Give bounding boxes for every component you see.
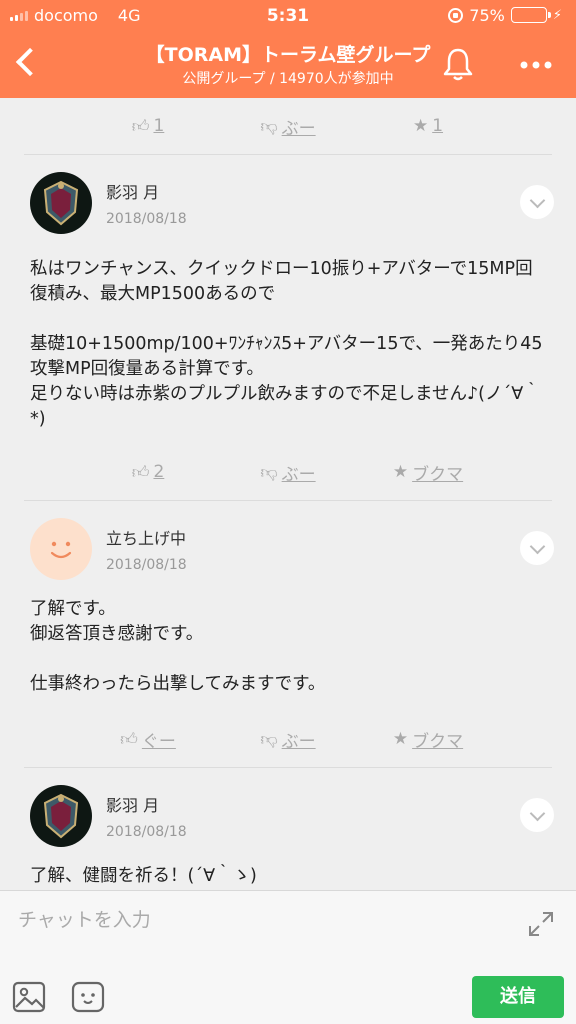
sticker-icon[interactable] (70, 979, 106, 1015)
post-body: 了解です。 御返答頂き感謝です。 仕事終わったら出撃してみますです。 (30, 599, 326, 694)
post: 影羽 月 2018/08/18 了解、健闘を祈る！(´∀｀ゝ) (0, 768, 576, 889)
avatar[interactable] (30, 785, 92, 847)
bookmark-button[interactable]: ★ ブクマ (358, 727, 498, 752)
like-button[interactable]: 👍︎ ぐー (78, 727, 218, 752)
chevron-down-icon[interactable] (520, 798, 554, 832)
thumbs-down-icon: 👎︎ (260, 462, 278, 483)
thumbs-up-icon: 👍︎ (120, 729, 138, 750)
bell-icon[interactable] (438, 44, 478, 84)
chat-input[interactable] (18, 905, 498, 935)
image-icon[interactable] (12, 979, 48, 1015)
like-button[interactable]: 👍︎ 1 (78, 116, 218, 137)
thumbs-down-icon: 👎︎ (260, 116, 278, 137)
bookmark-button[interactable]: ★ ブクマ (358, 460, 498, 485)
author-name[interactable]: 影羽 月 (106, 179, 187, 203)
reaction-bar: 👍︎ 2 👎︎ ぶー ★ ブクマ (0, 444, 576, 500)
rotation-lock-icon (448, 7, 464, 23)
post-date: 2018/08/18 (106, 211, 187, 227)
chevron-down-icon[interactable] (520, 531, 554, 565)
post-date: 2018/08/18 (106, 824, 187, 840)
avatar[interactable] (30, 518, 92, 580)
star-icon: ★ (392, 462, 409, 482)
app-header: docomo 4G 5:31 75% ⚡ 【TORAM】トーラム壁グループ 公開… (0, 0, 576, 98)
post-body: 私はワンチャンス、クイックドロー10振り+アバターで15MP回復積み、最大MP1… (30, 259, 543, 429)
author-name[interactable]: 影羽 月 (106, 792, 187, 816)
post: 影羽 月 2018/08/18 私はワンチャンス、クイックドロー10振り+アバタ… (0, 155, 576, 432)
boo-button[interactable]: 👎︎ ぶー (218, 727, 358, 752)
thread[interactable]: 👍︎ 1 👎︎ ぶー ★ 1 影羽 月 2018/08/18 私はワンチャンス、クイッ… (0, 98, 576, 890)
author-name[interactable]: 立ち上げ中 (106, 525, 187, 549)
expand-icon[interactable] (526, 909, 556, 939)
nav-bar: 【TORAM】トーラム壁グループ 公開グループ / 14970人が参加中 (0, 30, 576, 98)
clock: 5:31 (266, 6, 310, 26)
avatar[interactable] (30, 172, 92, 234)
thumbs-up-icon: 👍︎ (131, 462, 150, 483)
like-button[interactable]: 👍︎ 2 (78, 462, 218, 483)
boo-button[interactable]: 👎︎ ぶー (218, 460, 358, 485)
send-button[interactable]: 送信 (472, 976, 564, 1018)
group-subtitle: 公開グループ / 14970人が参加中 (182, 71, 394, 87)
more-menu-icon[interactable] (514, 50, 558, 80)
post-body: 了解、健闘を祈る！(´∀｀ゝ) (30, 866, 257, 886)
chevron-down-icon[interactable] (520, 185, 554, 219)
post-date: 2018/08/18 (106, 557, 187, 573)
status-bar: docomo 4G 5:31 75% ⚡ (0, 0, 576, 30)
bookmark-button[interactable]: ★ 1 (358, 116, 498, 136)
star-icon: ★ (392, 729, 409, 749)
reaction-bar: 👍︎ 1 👎︎ ぶー ★ 1 (0, 98, 576, 154)
reaction-bar: 👍︎ ぐー 👎︎ ぶー ★ ブクマ (0, 711, 576, 767)
thumbs-down-icon: 👎︎ (260, 729, 278, 750)
thumbs-up-icon: 👍︎ (131, 116, 150, 137)
battery-icon (510, 7, 551, 23)
post: 立ち上げ中 2018/08/18 了解です。 御返答頂き感謝です。 仕事終わった… (0, 501, 576, 697)
boo-button[interactable]: 👎︎ ぶー (218, 114, 358, 139)
group-title: 【TORAM】トーラム壁グループ (145, 44, 431, 66)
chat-composer: 送信 (0, 890, 576, 1024)
star-icon: ★ (412, 116, 429, 136)
